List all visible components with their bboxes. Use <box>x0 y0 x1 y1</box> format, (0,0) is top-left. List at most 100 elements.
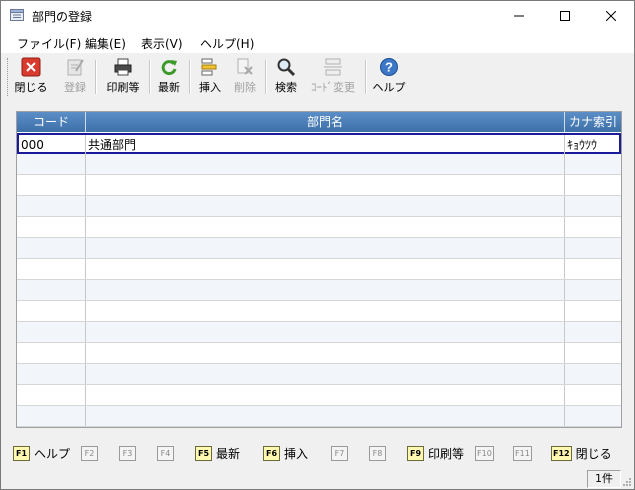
code-change-button-label: ｺｰﾄﾞ変更 <box>311 81 355 94</box>
empty-cell[interactable] <box>565 217 621 237</box>
column-header-code[interactable]: コード <box>17 112 86 132</box>
close-icon <box>21 57 41 77</box>
empty-cell[interactable] <box>565 301 621 321</box>
fkey-f2[interactable]: F2 <box>81 445 98 461</box>
empty-cell[interactable] <box>565 175 621 195</box>
department-grid[interactable]: コード 部門名 カナ索引 000 共通部門 ｷｮｳﾂｳ <box>16 111 622 428</box>
fkey-label: 最新 <box>216 446 241 461</box>
empty-table-row[interactable] <box>17 175 621 196</box>
empty-cell[interactable] <box>565 154 621 174</box>
empty-cell[interactable] <box>86 406 565 426</box>
empty-cell[interactable] <box>86 259 565 279</box>
fkey-f3[interactable]: F3 <box>119 445 136 461</box>
resize-grip-icon[interactable] <box>622 477 632 487</box>
empty-table-row[interactable] <box>17 238 621 259</box>
menu-file[interactable]: ファイル(F) <box>17 35 81 52</box>
fkey-f10[interactable]: F10 <box>475 445 494 461</box>
close-window-button[interactable] <box>588 1 634 31</box>
fkey-f6[interactable]: F6 挿入 <box>263 445 308 461</box>
column-header-kana[interactable]: カナ索引 <box>565 112 621 132</box>
empty-table-row[interactable] <box>17 301 621 322</box>
toolbar-grip[interactable] <box>7 58 10 96</box>
empty-cell[interactable] <box>565 385 621 405</box>
empty-cell[interactable] <box>86 217 565 237</box>
empty-cell[interactable] <box>17 343 86 363</box>
column-header-name[interactable]: 部門名 <box>86 112 565 132</box>
empty-cell[interactable] <box>17 217 86 237</box>
search-button[interactable]: 検索 <box>273 57 299 97</box>
empty-cell[interactable] <box>17 154 86 174</box>
empty-cell[interactable] <box>86 301 565 321</box>
name-cell[interactable]: 共通部門 <box>86 135 565 155</box>
search-button-label: 検索 <box>275 81 297 94</box>
empty-table-row[interactable] <box>17 154 621 175</box>
empty-table-row[interactable] <box>17 196 621 217</box>
empty-cell[interactable] <box>17 238 86 258</box>
code-cell[interactable]: 000 <box>19 135 86 155</box>
empty-cell[interactable] <box>86 196 565 216</box>
insert-button[interactable]: 挿入 <box>197 57 223 97</box>
empty-cell[interactable] <box>86 385 565 405</box>
fkey-f1[interactable]: F1 ヘルプ <box>13 445 70 461</box>
empty-cell[interactable] <box>17 175 86 195</box>
empty-table-row[interactable] <box>17 364 621 385</box>
register-button[interactable]: 登録 <box>61 57 89 97</box>
table-row[interactable]: 000 共通部門 ｷｮｳﾂｳ <box>17 133 621 155</box>
empty-cell[interactable] <box>565 343 621 363</box>
empty-cell[interactable] <box>17 196 86 216</box>
fkey-f4[interactable]: F4 <box>157 445 174 461</box>
fkey-f12[interactable]: F12 閉じる <box>551 445 612 461</box>
fkey-f5[interactable]: F5 最新 <box>195 445 240 461</box>
empty-cell[interactable] <box>17 406 86 426</box>
empty-cell[interactable] <box>565 364 621 384</box>
empty-table-row[interactable] <box>17 343 621 364</box>
empty-cell[interactable] <box>17 322 86 342</box>
delete-button[interactable]: 削除 <box>232 57 258 97</box>
empty-cell[interactable] <box>86 175 565 195</box>
menu-view[interactable]: 表示(V) <box>141 35 183 52</box>
empty-table-row[interactable] <box>17 322 621 343</box>
empty-table-row[interactable] <box>17 406 621 427</box>
empty-cell[interactable] <box>86 238 565 258</box>
empty-cell[interactable] <box>565 196 621 216</box>
title-bar[interactable]: 部門の登録 <box>1 1 634 31</box>
empty-cell[interactable] <box>565 280 621 300</box>
empty-table-row[interactable] <box>17 280 621 301</box>
code-change-button[interactable]: ｺｰﾄﾞ変更 <box>307 57 359 97</box>
empty-cell[interactable] <box>17 301 86 321</box>
empty-table-row[interactable] <box>17 259 621 280</box>
empty-cell[interactable] <box>17 364 86 384</box>
empty-cell[interactable] <box>565 406 621 426</box>
fkey-f7[interactable]: F7 <box>331 445 348 461</box>
empty-cell[interactable] <box>86 280 565 300</box>
empty-cell[interactable] <box>565 238 621 258</box>
empty-cell[interactable] <box>86 322 565 342</box>
printer-icon <box>114 58 132 76</box>
fkey-f11[interactable]: F11 <box>513 445 532 461</box>
empty-table-row[interactable] <box>17 385 621 406</box>
menu-edit[interactable]: 編集(E) <box>85 35 126 52</box>
help-button[interactable]: ? ヘルプ <box>373 57 406 97</box>
minimize-button[interactable] <box>496 1 542 31</box>
maximize-button[interactable] <box>542 1 588 31</box>
empty-cell[interactable] <box>565 322 621 342</box>
print-button[interactable]: 印刷等 <box>103 57 143 97</box>
fkey-f9[interactable]: F9 印刷等 <box>407 445 464 461</box>
register-button-label: 登録 <box>64 81 86 94</box>
refresh-button[interactable]: 最新 <box>155 57 183 97</box>
close-button[interactable]: 閉じる <box>15 57 48 97</box>
kana-cell[interactable]: ｷｮｳﾂｳ <box>565 135 621 155</box>
menu-help[interactable]: ヘルプ(H) <box>200 35 254 52</box>
empty-cell[interactable] <box>86 343 565 363</box>
empty-cell[interactable] <box>17 280 86 300</box>
empty-cell[interactable] <box>86 154 565 174</box>
fkey-f8[interactable]: F8 <box>369 445 386 461</box>
empty-table-row[interactable] <box>17 217 621 238</box>
help-icon: ? <box>380 58 398 76</box>
empty-cell[interactable] <box>565 259 621 279</box>
empty-cell[interactable] <box>17 259 86 279</box>
empty-cell[interactable] <box>86 364 565 384</box>
empty-cell[interactable] <box>17 385 86 405</box>
fkey-label: ヘルプ <box>34 446 71 461</box>
insert-button-label: 挿入 <box>199 81 221 94</box>
